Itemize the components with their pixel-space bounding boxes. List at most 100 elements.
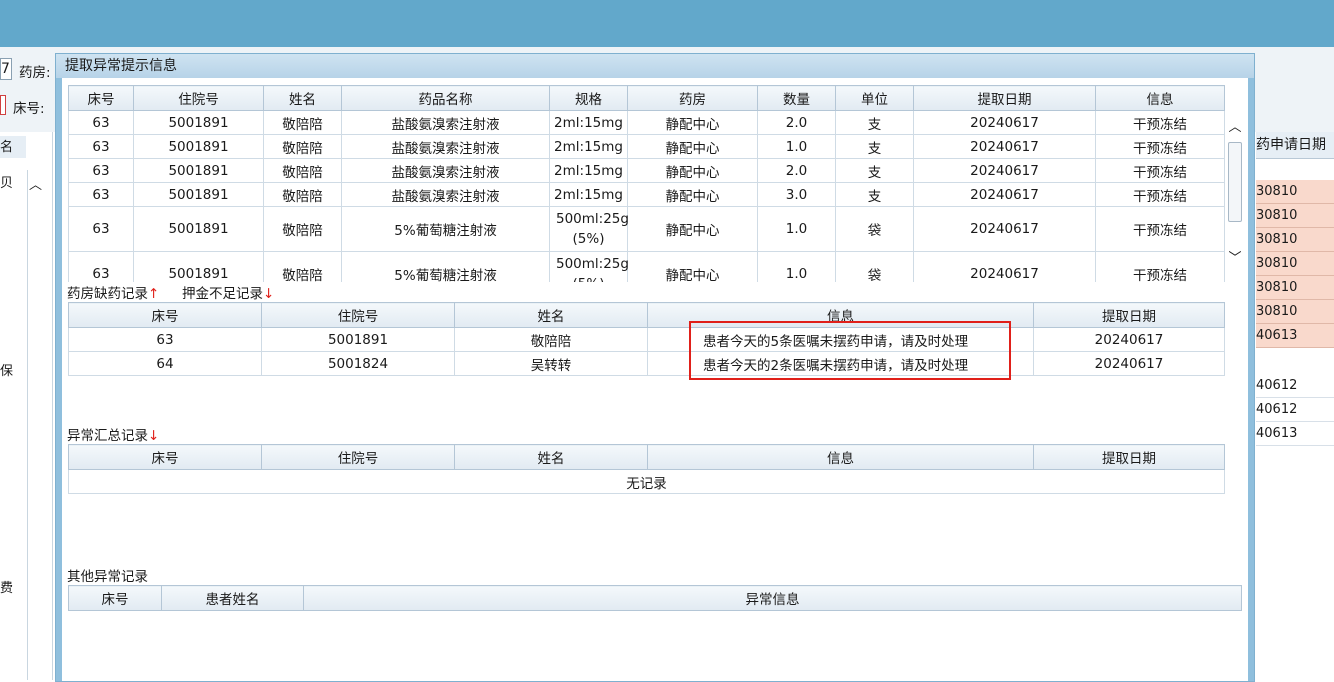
column-header[interactable]: 床号 [68,444,262,470]
table-cell: 静配中心 [627,134,758,159]
table-cell: 静配中心 [627,182,758,207]
arrow-down-icon: ↓ [148,428,160,444]
background-checkbox[interactable] [0,95,6,115]
table-cell: 1.0 [757,206,836,252]
column-header[interactable]: 药品名称 [341,85,550,111]
background-right-cell: 40613 [1256,422,1334,446]
column-header[interactable]: 规格 [549,85,628,111]
table-cell: 500ml:25g (5%) [549,251,629,282]
summary-label[interactable]: 异常汇总记录↓ [67,427,159,445]
column-header[interactable]: 单位 [835,85,914,111]
table-cell: 1.0 [757,251,836,282]
table-cell: 静配中心 [627,251,758,282]
column-header[interactable]: 药房 [627,85,758,111]
table-cell: 支 [835,158,914,183]
background-left-cell: 贝 [0,176,14,191]
table-cell: 5%葡萄糖注射液 [341,206,550,252]
table-cell: 2.0 [757,158,836,183]
column-header[interactable]: 床号 [68,585,162,611]
column-header[interactable]: 姓名 [263,85,342,111]
deposit-table: 床号 住院号 姓名 信息 提取日期 63 5001891 敬陪陪 患者今天的5条医嘱未… [68,302,1225,376]
column-header[interactable]: 提取日期 [1033,444,1225,470]
drug-table: 床号 住院号 姓名 药品名称 规格 药房 数量 单位 提取日期 信息 63 500… [68,85,1225,282]
table-cell: 5001891 [133,134,264,159]
background-right-cell: 40612 [1256,374,1334,398]
table-cell: 500ml:25g (5%) [549,206,629,252]
background-number-field[interactable]: 7 [0,58,12,80]
table-cell: 支 [835,182,914,207]
background-right-cell: 40613 [1256,324,1334,348]
column-header[interactable]: 患者姓名 [161,585,304,611]
table-cell: 64 [68,351,262,376]
background-bed-label: 床号: [13,101,45,117]
column-header[interactable]: 信息 [647,444,1034,470]
table-cell: 干预冻结 [1095,134,1225,159]
table-row[interactable]: 635001891敬陪陪5%葡萄糖注射液500ml:25g (5%)静配中心1.… [68,206,1225,252]
table-cell: 敬陪陪 [263,206,342,252]
table-cell: 63 [68,206,134,252]
table-cell: 盐酸氨溴索注射液 [341,182,550,207]
table-cell: 20240617 [913,182,1096,207]
table-row[interactable]: 63 5001891 敬陪陪 盐酸氨溴索注射液 2ml:15mg 静配中心 2.0 支 2024… [68,110,1225,135]
table-cell: 63 [68,158,134,183]
table-row[interactable]: 63 5001891 敬陪陪 盐酸氨溴索注射液 2ml:15mg 静配中心 3.0 支 2024… [68,182,1225,207]
column-header[interactable]: 提取日期 [913,85,1096,111]
table-row[interactable]: 635001891敬陪陪5%葡萄糖注射液500ml:25g (5%)静配中心1.… [68,251,1225,282]
table-cell: 干预冻结 [1095,251,1225,282]
table-header-row: 床号 患者姓名 异常信息 [68,585,1242,611]
table-cell: 5%葡萄糖注射液 [341,251,550,282]
main-table-scrollbar[interactable]: ︿ ﹀ [1226,120,1244,282]
column-header[interactable]: 异常信息 [303,585,1242,611]
table-cell: 袋 [835,251,914,282]
table-cell: 支 [835,134,914,159]
column-header[interactable]: 提取日期 [1033,302,1225,328]
anomaly-dialog: 提取异常提示信息 床号 住院号 姓名 药品名称 规格 药房 数量 单位 提取日期 [55,53,1255,682]
column-header[interactable]: 住院号 [133,85,264,111]
deposit-label[interactable]: 押金不足记录↓ [182,285,274,303]
table-cell: 支 [835,110,914,135]
table-cell: 干预冻结 [1095,110,1225,135]
column-header[interactable]: 数量 [757,85,836,111]
column-header[interactable]: 姓名 [454,444,648,470]
background-scrollbar[interactable] [27,170,46,680]
empty-message: 无记录 [68,469,1225,494]
other-table: 床号 患者姓名 异常信息 [68,585,1242,611]
column-header[interactable]: 床号 [68,302,262,328]
background-right-column: 药申请日期 30810 30810 30810 30810 30810 3081… [1256,132,1334,452]
table-cell: 盐酸氨溴索注射液 [341,158,550,183]
table-cell: 5001891 [133,251,264,282]
table-row[interactable]: 63 5001891 敬陪陪 盐酸氨溴索注射液 2ml:15mg 静配中心 1.0 支 2024… [68,134,1225,159]
table-cell: 63 [68,134,134,159]
table-cell: 5001824 [261,351,455,376]
table-cell: 63 [68,110,134,135]
table-cell: 敬陪陪 [263,158,342,183]
table-cell: 20240617 [913,110,1096,135]
column-header[interactable]: 信息 [1095,85,1225,111]
shortage-label[interactable]: 药房缺药记录↑ [67,285,159,303]
table-row[interactable]: 64 5001824 吴转转 患者今天的2条医嘱未摆药申请，请及时处理 20240617 [68,351,1225,376]
table-cell: 5001891 [133,158,264,183]
table-cell: 敬陪陪 [263,251,342,282]
table-header-row: 床号 住院号 姓名 信息 提取日期 [68,302,1225,328]
chevron-down-icon[interactable]: ﹀ [1226,251,1244,267]
table-header-row: 床号 住院号 姓名 信息 提取日期 [68,444,1225,470]
app-header-bar [0,0,1334,47]
chevron-up-icon[interactable]: ︿ [1226,120,1244,136]
table-cell: 20240617 [913,134,1096,159]
table-cell: 5001891 [133,182,264,207]
arrow-up-icon: ↑ [148,286,160,302]
background-left-cell: 费 [0,581,14,596]
column-header[interactable]: 床号 [68,85,134,111]
table-cell: 2ml:15mg [549,110,628,135]
table-row[interactable]: 63 5001891 敬陪陪 盐酸氨溴索注射液 2ml:15mg 静配中心 2.0 支 2024… [68,158,1225,183]
column-header[interactable]: 住院号 [261,444,455,470]
scrollbar-thumb[interactable] [1228,142,1242,222]
table-cell: 干预冻结 [1095,182,1225,207]
table-cell: 20240617 [913,158,1096,183]
column-header[interactable]: 姓名 [454,302,648,328]
table-row[interactable]: 63 5001891 敬陪陪 患者今天的5条医嘱未摆药申请，请及时处理 20240617 [68,327,1225,352]
table-cell: 干预冻结 [1095,158,1225,183]
summary-table: 床号 住院号 姓名 信息 提取日期 无记录 [68,444,1225,494]
column-header[interactable]: 住院号 [261,302,455,328]
table-cell: 敬陪陪 [263,182,342,207]
